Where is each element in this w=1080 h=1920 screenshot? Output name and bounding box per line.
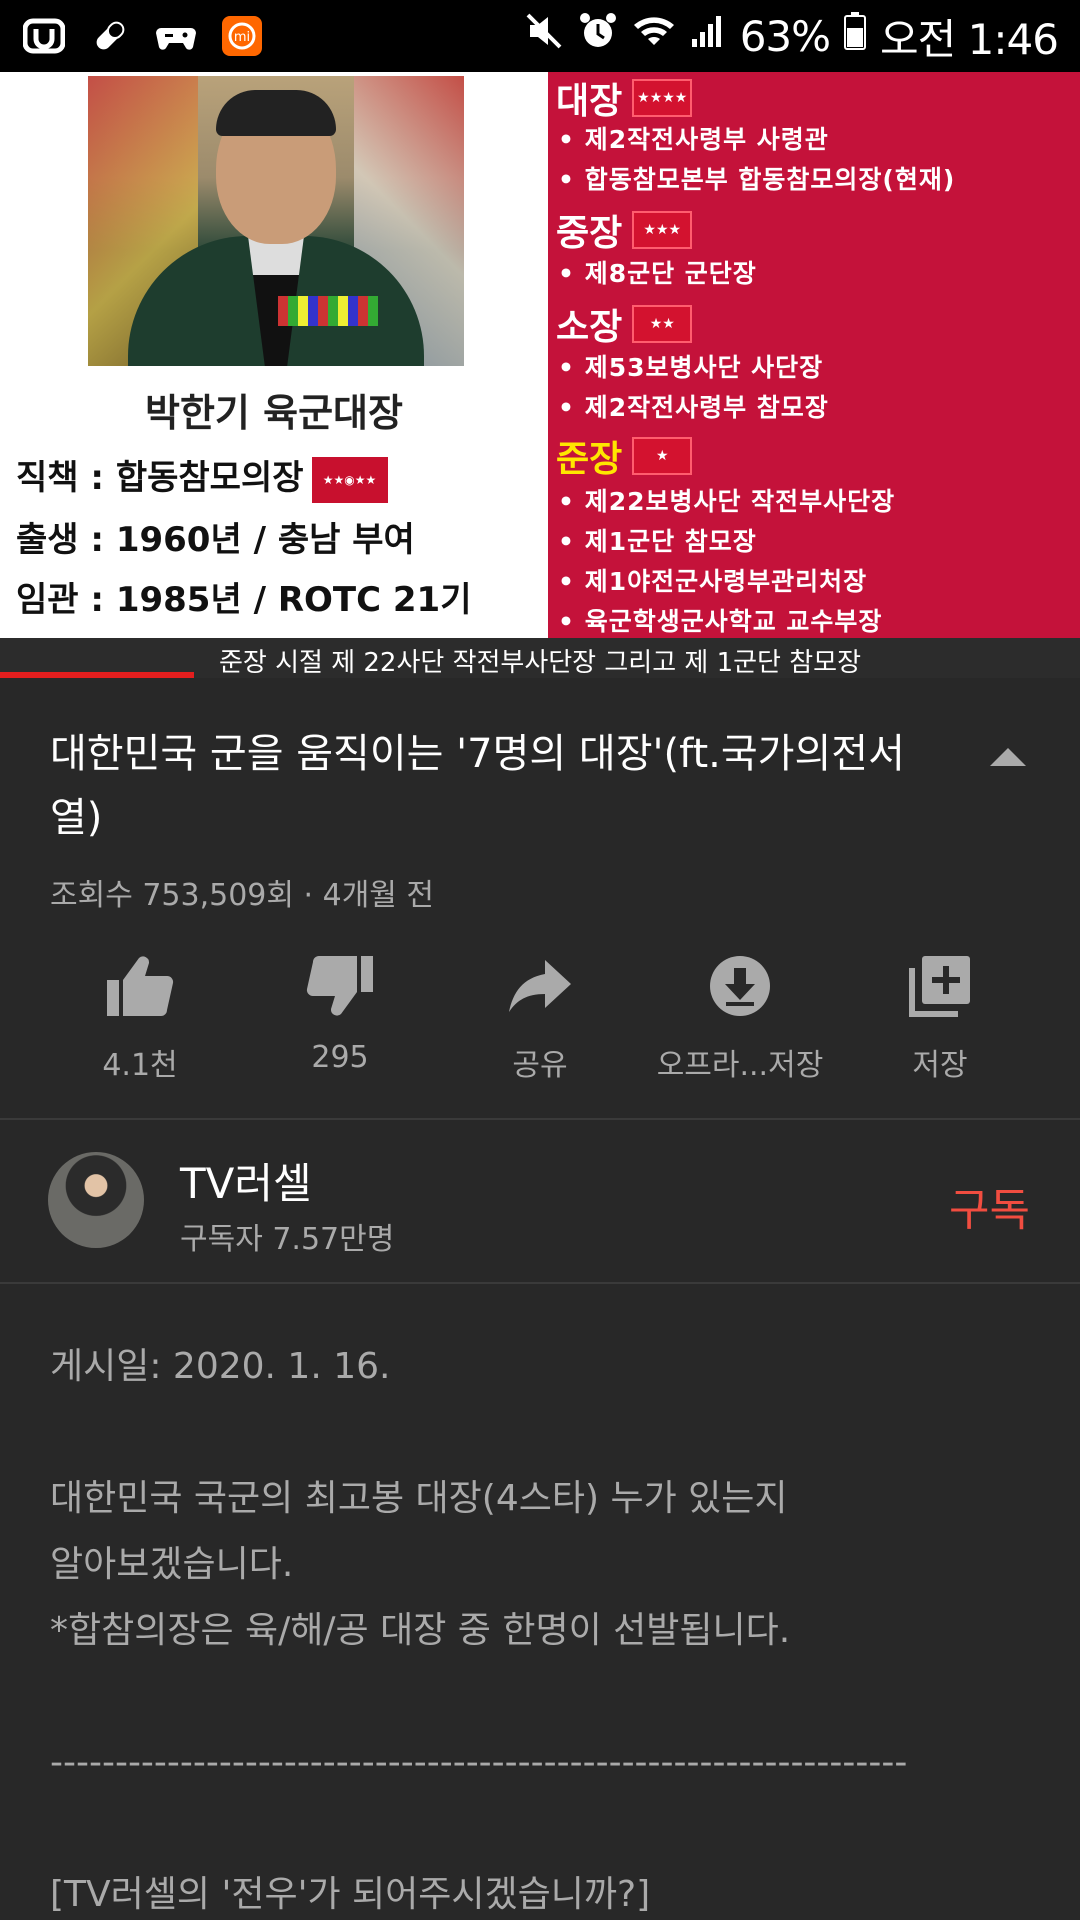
four-star-icon: ★★★★: [632, 79, 693, 117]
rank-line: • 제53보병사단 사단장: [558, 353, 824, 382]
one-star-icon: ★: [632, 437, 693, 475]
status-bar: mi 63% 오전 1:46: [0, 0, 1080, 72]
video-title[interactable]: 대한민국 군을 움직이는 '7명의 대장'(ft.국가의전서열): [50, 722, 950, 850]
rank-line: • 제2작전사령부 사령관: [558, 125, 829, 154]
divider: [0, 1282, 1080, 1284]
thumbs-down-icon: [304, 950, 376, 1022]
alarm-icon: [578, 11, 618, 61]
commission-line: 임관 : 1985년 / ROTC 21기: [16, 580, 472, 620]
battery-percent: 63%: [739, 11, 831, 61]
position-text: 직책 : 합동참모의장: [16, 458, 304, 498]
thumbs-up-icon: [104, 950, 176, 1022]
rank-line: • 합동참모본부 합동참모의장(현재): [558, 165, 956, 194]
channel-name[interactable]: TV러셀: [180, 1150, 312, 1211]
share-button[interactable]: 공유: [440, 950, 640, 1084]
three-star-icon: ★★★: [632, 211, 693, 249]
channel-row[interactable]: TV러셀 구독자 7.57만명 구독: [0, 1120, 1080, 1282]
general-name: 박한기 육군대장: [145, 391, 403, 435]
offline-save-label: 오프라...저장: [656, 1048, 824, 1083]
game-controller-icon: [154, 14, 198, 58]
progress-bar[interactable]: [0, 672, 195, 678]
subscribe-button[interactable]: 구독: [949, 1174, 1030, 1238]
video-left-panel: 박한기 육군대장 직책 : 합동참모의장 ★★◉★★ 출생 : 1960년 / 충…: [0, 72, 548, 638]
video-player[interactable]: 박한기 육군대장 직책 : 합동참모의장 ★★◉★★ 출생 : 1960년 / 충…: [0, 72, 1080, 678]
view-count-meta: 조회수 753,509회 · 4개월 전: [50, 878, 435, 913]
rank-brigadier-general: 준장 ★: [556, 430, 693, 482]
svg-text:mi: mi: [234, 30, 250, 45]
rank-line: • 육군학생군사학교 교수부장: [558, 607, 883, 636]
rank-line: • 제8군단 군단장: [558, 259, 757, 288]
rank-lieutenant-general: 중장 ★★★: [556, 204, 693, 256]
subscriber-count: 구독자 7.57만명: [180, 1222, 395, 1257]
download-icon: [704, 950, 776, 1022]
action-bar: 4.1천 295 공유 오프라...저장 저장: [40, 950, 1040, 1083]
rank-general: 대장 ★★★★: [556, 72, 693, 124]
rank-major-general: 소장 ★★: [556, 298, 693, 350]
general-portrait: [88, 76, 464, 366]
add-to-playlist-icon: [904, 950, 976, 1022]
like-button[interactable]: 4.1천: [40, 950, 240, 1084]
rank-line: • 제22보병사단 작전부사단장: [558, 487, 896, 516]
video-right-panel: 대장 ★★★★ • 제2작전사령부 사령관 • 합동참모본부 합동참모의장(현재…: [548, 72, 1080, 638]
four-star-badge-icon: ★★◉★★: [311, 456, 388, 503]
clock: 오전 1:46: [880, 14, 1059, 64]
two-star-icon: ★★: [632, 305, 693, 343]
birth-line: 출생 : 1960년 / 충남 부여: [16, 520, 415, 560]
dislike-button[interactable]: 295: [240, 950, 440, 1075]
dislike-count: 295: [311, 1040, 369, 1075]
wifi-icon: [632, 13, 676, 59]
rank-line: • 제1군단 참모장: [558, 527, 757, 556]
save-to-playlist-button[interactable]: 저장: [840, 950, 1040, 1084]
save-label: 저장: [912, 1048, 968, 1083]
channel-avatar[interactable]: [48, 1152, 144, 1248]
rank-line: • 제2작전사령부 참모장: [558, 393, 829, 422]
mute-icon: [524, 11, 564, 61]
share-arrow-icon: [504, 950, 576, 1022]
app-u-icon: [22, 14, 66, 58]
position-line: 직책 : 합동참모의장 ★★◉★★: [16, 450, 388, 503]
video-description: 게시일: 2020. 1. 16. 대한민국 국군의 최고봉 대장(4스타) 누…: [50, 1346, 908, 1915]
offline-save-button[interactable]: 오프라...저장: [640, 950, 840, 1084]
like-count: 4.1천: [102, 1048, 178, 1083]
share-label: 공유: [512, 1048, 568, 1083]
rank-line: • 제1야전군사령부관리처장: [558, 567, 868, 596]
signal-icon: [690, 13, 726, 59]
battery-icon: [844, 12, 867, 60]
mi-app-icon: mi: [220, 14, 264, 58]
pill-icon: [88, 14, 132, 58]
collapse-chevron-icon[interactable]: [986, 744, 1030, 768]
